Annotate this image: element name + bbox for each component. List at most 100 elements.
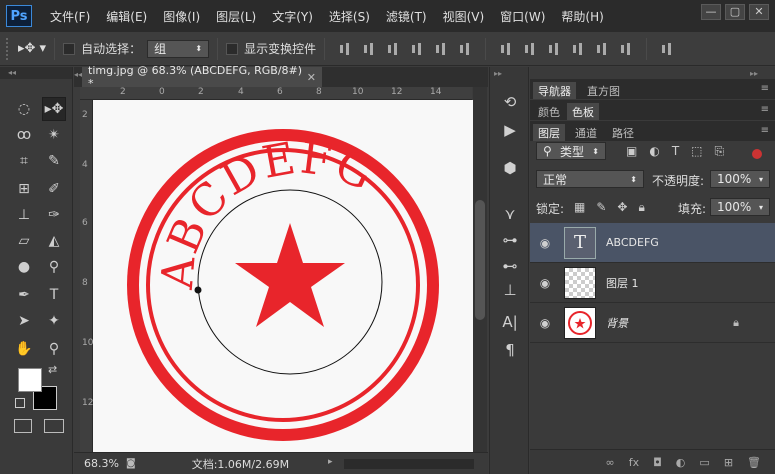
hand-tool-icon[interactable]: ✋ <box>12 337 36 361</box>
swap-colors-icon[interactable]: ⇄ <box>48 363 57 376</box>
vertical-scroll-thumb[interactable] <box>475 200 485 320</box>
menu-layer[interactable]: 图层(L) <box>216 8 256 25</box>
adjustments-icon[interactable]: ⊶ <box>499 229 521 251</box>
paragraph-panel-icon[interactable]: ¶ <box>499 339 521 361</box>
tools-collapse-icon[interactable]: ◂◂ <box>0 67 72 79</box>
menu-select[interactable]: 选择(S) <box>329 8 370 25</box>
align-hcenter-icon[interactable] <box>434 42 448 56</box>
close-button[interactable]: ✕ <box>749 4 769 20</box>
path-selection-icon[interactable]: ➤ <box>12 309 36 333</box>
adjustment-filter-icon[interactable]: ◐ <box>649 144 659 159</box>
move-tool-icon[interactable]: ▸✥ <box>42 97 66 121</box>
layer-row-layer1[interactable]: ◉ 图层 1 <box>530 263 775 303</box>
link-layers-icon[interactable]: ∞ <box>606 456 615 469</box>
lock-position-icon[interactable]: ✥ <box>617 200 627 215</box>
delete-layer-icon[interactable]: 🗑︎ <box>747 456 761 469</box>
distribute-left-icon[interactable] <box>571 42 585 56</box>
horizontal-scrollbar[interactable] <box>344 459 474 469</box>
lock-all-icon[interactable]: 🔒︎ <box>638 200 644 215</box>
layer-name[interactable]: 背景 <box>606 315 628 331</box>
tab-layers[interactable]: 图层 <box>533 124 565 141</box>
crop-tool-icon[interactable]: ⌗ <box>12 149 36 173</box>
visibility-eye-icon[interactable]: ◉ <box>530 276 560 290</box>
status-arrow-icon[interactable]: ▸ <box>328 457 333 467</box>
history-panel-icon[interactable]: ⟲ <box>499 91 521 113</box>
blur-tool-icon[interactable]: ● <box>12 255 36 279</box>
document-canvas[interactable]: ABCDEFG <box>93 100 473 452</box>
menu-window[interactable]: 窗口(W) <box>500 8 545 25</box>
custom-shape-icon[interactable]: ✦ <box>42 309 66 333</box>
eyedropper-icon[interactable]: ✎ <box>42 149 66 173</box>
menu-image[interactable]: 图像(I) <box>163 8 200 25</box>
foreground-color-swatch[interactable] <box>18 368 42 392</box>
lasso-tool-icon[interactable]: ꝏ <box>12 123 36 147</box>
brush-presets-icon[interactable]: ⋎ <box>499 203 521 225</box>
fill-field[interactable]: 100% ▾ <box>710 198 770 216</box>
tab-histogram[interactable]: 直方图 <box>582 82 625 99</box>
menu-view[interactable]: 视图(V) <box>443 8 485 25</box>
default-colors-icon[interactable] <box>15 398 25 408</box>
align-top-icon[interactable] <box>338 42 352 56</box>
brush-tool-icon[interactable]: ✐ <box>42 177 66 201</box>
minimize-button[interactable]: — <box>701 4 721 20</box>
marquee-tool-icon[interactable]: ◌ <box>12 97 36 121</box>
distribute-bottom-icon[interactable] <box>547 42 561 56</box>
close-tab-icon[interactable]: ✕ <box>307 71 316 84</box>
panel-menu-icon[interactable]: ≡ <box>761 83 769 94</box>
visibility-eye-icon[interactable]: ◉ <box>530 316 560 330</box>
auto-select-checkbox[interactable] <box>63 42 76 55</box>
pixel-filter-icon[interactable]: ▣ <box>626 144 637 159</box>
menu-type[interactable]: 文字(Y) <box>272 8 313 25</box>
align-left-icon[interactable] <box>410 42 424 56</box>
eraser-tool-icon[interactable]: ▱ <box>12 229 36 253</box>
history-brush-icon[interactable]: ✑ <box>42 203 66 227</box>
blend-mode-dropdown[interactable]: 正常 ⬍ <box>536 170 644 188</box>
healing-brush-icon[interactable]: ⊞ <box>12 177 36 201</box>
tab-channels[interactable]: 通道 <box>570 124 602 141</box>
show-transform-checkbox[interactable] <box>226 42 239 55</box>
clone-stamp-icon[interactable]: ⊥ <box>12 203 36 227</box>
visibility-eye-icon[interactable]: ◉ <box>530 236 560 250</box>
menu-filter[interactable]: 滤镜(T) <box>386 8 427 25</box>
tab-navigator[interactable]: 导航器 <box>533 82 576 99</box>
lock-image-icon[interactable]: ✎ <box>596 200 606 215</box>
layer-row-text[interactable]: ◉ T ABCDEFG <box>530 223 775 263</box>
document-tab[interactable]: timg.jpg @ 68.3% (ABCDEFG, RGB/8#) * ✕ <box>82 64 322 90</box>
menu-help[interactable]: 帮助(H) <box>561 8 603 25</box>
layer-kind-filter[interactable]: ⚲ 类型 ⬍ <box>536 142 606 160</box>
panel-menu-icon[interactable]: ≡ <box>761 125 769 136</box>
strip-collapse-icon[interactable]: ▸▸ <box>494 69 502 78</box>
status-menu-icon[interactable]: ◙ <box>126 458 136 469</box>
maximize-button[interactable]: ▢ <box>725 4 745 20</box>
dodge-tool-icon[interactable]: ⚲ <box>42 255 66 279</box>
clone-source-icon[interactable]: ⊥ <box>499 279 521 301</box>
layer-name[interactable]: ABCDEFG <box>606 236 659 249</box>
align-bottom-icon[interactable] <box>386 42 400 56</box>
panel-collapse-icon[interactable]: ◂◂ <box>74 70 82 79</box>
pen-tool-icon[interactable]: ✒ <box>12 283 36 307</box>
distribute-vcenter-icon[interactable] <box>523 42 537 56</box>
distribute-hcenter-icon[interactable] <box>595 42 609 56</box>
smart-object-filter-icon[interactable]: ⎘ <box>715 144 725 159</box>
filter-toggle-icon[interactable] <box>752 149 762 159</box>
layer-row-background[interactable]: ◉ 背景 🔒︎ <box>530 303 775 343</box>
opacity-field[interactable]: 100% ▾ <box>710 170 770 188</box>
align-right-icon[interactable] <box>458 42 472 56</box>
path-anchor-point[interactable] <box>194 286 202 294</box>
type-tool-icon[interactable]: T <box>42 283 66 307</box>
auto-select-dropdown[interactable]: 组 ⬍ <box>147 39 210 58</box>
shape-filter-icon[interactable]: ⬚ <box>691 144 702 159</box>
lock-transparency-icon[interactable]: ▦ <box>574 200 585 215</box>
character-panel-icon[interactable]: A| <box>499 311 521 333</box>
menu-edit[interactable]: 编辑(E) <box>106 8 147 25</box>
paint-bucket-icon[interactable]: ◭ <box>42 229 66 253</box>
layer-name[interactable]: 图层 1 <box>606 275 639 291</box>
distribute-right-icon[interactable] <box>619 42 633 56</box>
align-vcenter-icon[interactable] <box>362 42 376 56</box>
actions-panel-icon[interactable]: ▶ <box>499 119 521 141</box>
3d-panel-icon[interactable]: ⬢ <box>499 157 521 179</box>
quick-mask-icon[interactable] <box>14 419 32 433</box>
tab-color[interactable]: 颜色 <box>533 103 565 120</box>
zoom-tool-icon[interactable]: ⚲ <box>42 337 66 361</box>
screen-mode-icon[interactable] <box>44 419 64 433</box>
